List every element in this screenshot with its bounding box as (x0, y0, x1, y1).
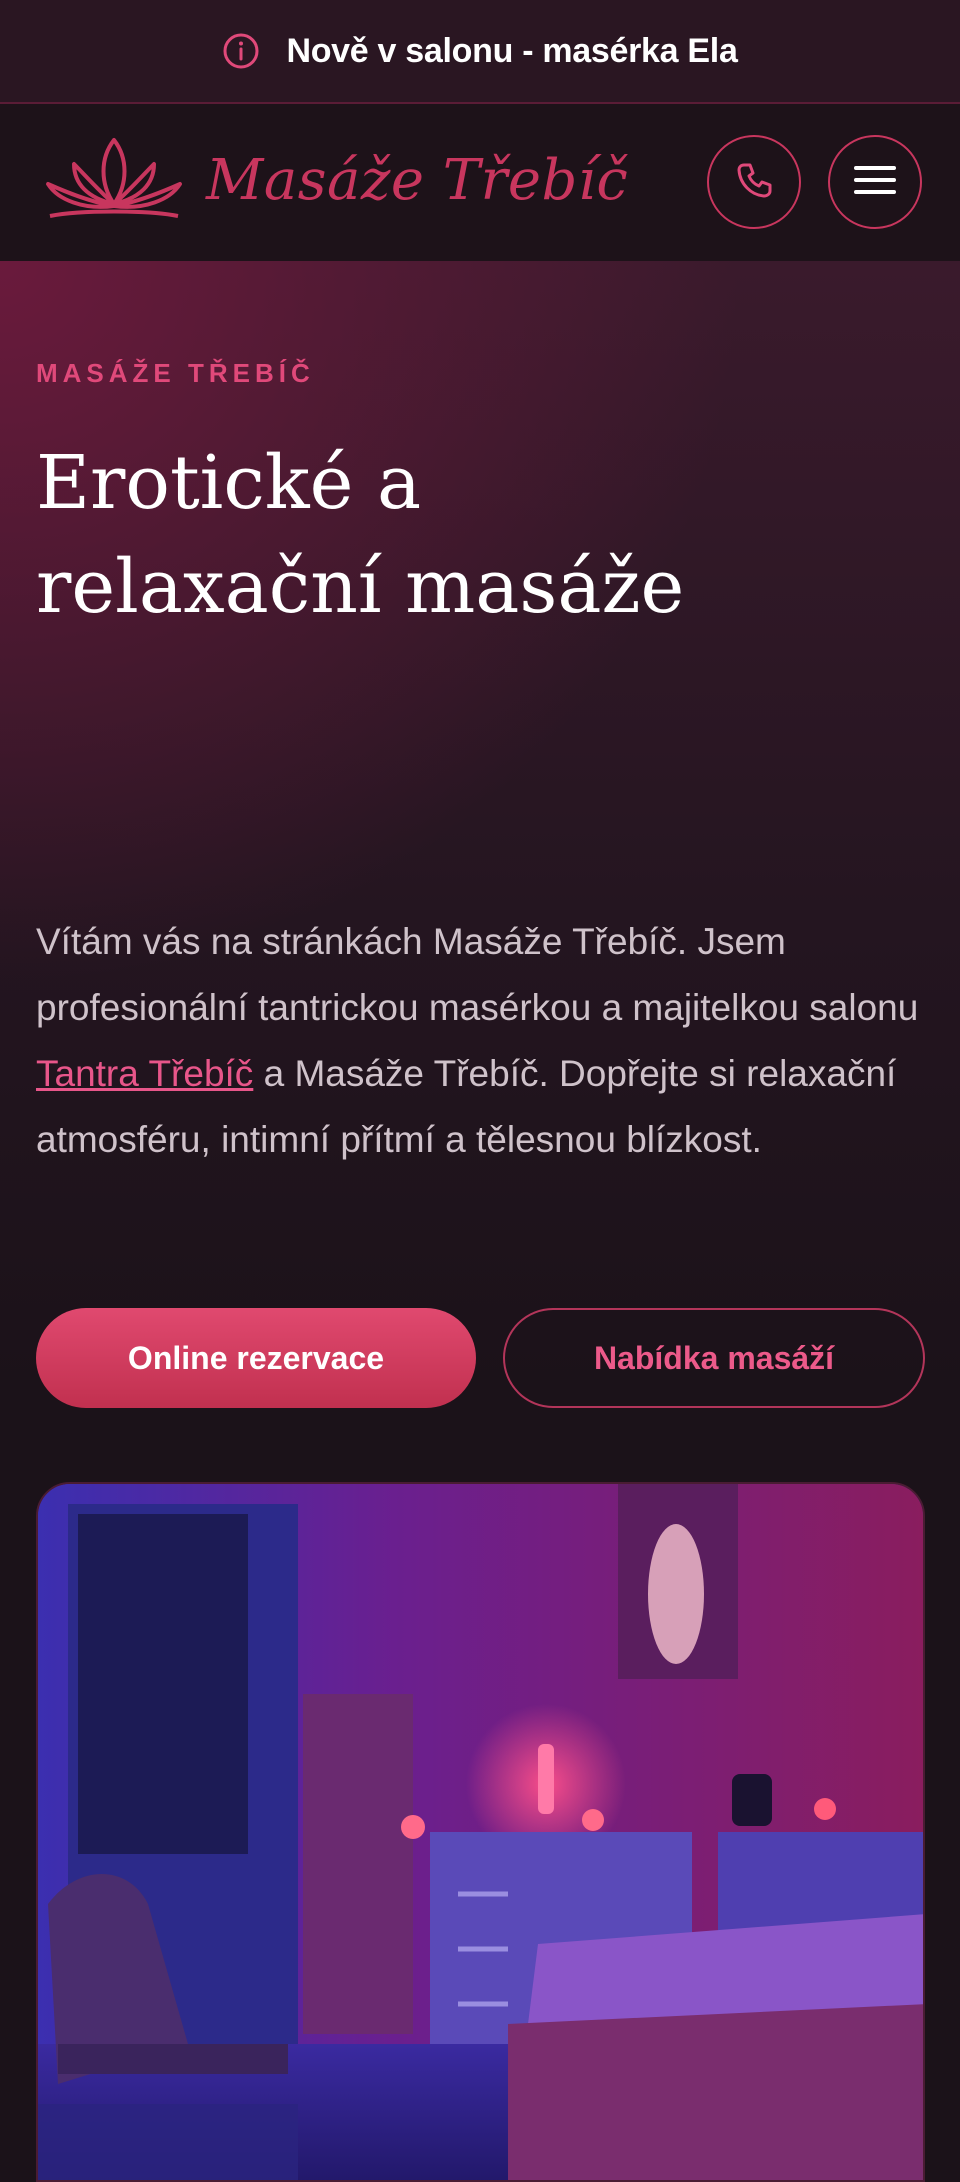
hero-eyebrow: MASÁŽE TŘEBÍČ (36, 358, 315, 388)
title-line-1: Erotické a (36, 440, 422, 526)
intro-text-before: Vítám vás na stránkách Masáže Třebíč. Js… (36, 921, 919, 1028)
phone-button[interactable] (707, 135, 801, 229)
salon-photo (36, 1482, 925, 2182)
announcement-text: Nově v salonu - masérka Ela (286, 31, 738, 70)
online-reservation-button[interactable]: Online rezervace (36, 1308, 476, 1408)
massage-offer-button[interactable]: Nabídka masáží (503, 1308, 925, 1408)
logo[interactable]: Masáže Třebíč (40, 134, 628, 226)
tantra-trebic-link[interactable]: Tantra Třebíč (36, 1053, 253, 1094)
page-title: Erotické a relaxační masáže (36, 431, 916, 639)
site-header: Masáže Třebíč (0, 104, 960, 261)
menu-button[interactable] (828, 135, 922, 229)
lotus-icon (40, 134, 188, 226)
hero-section: MASÁŽE TŘEBÍČ Erotické a relaxační masáž… (0, 261, 960, 2182)
title-line-2: relaxační masáže (36, 544, 685, 630)
intro-paragraph: Vítám vás na stránkách Masáže Třebíč. Js… (36, 909, 926, 1173)
info-icon (222, 32, 260, 70)
logo-text: Masáže Třebíč (206, 147, 629, 213)
hamburger-icon (854, 164, 896, 201)
phone-icon (734, 160, 774, 205)
announcement-bar[interactable]: Nově v salonu - masérka Ela (0, 0, 960, 104)
